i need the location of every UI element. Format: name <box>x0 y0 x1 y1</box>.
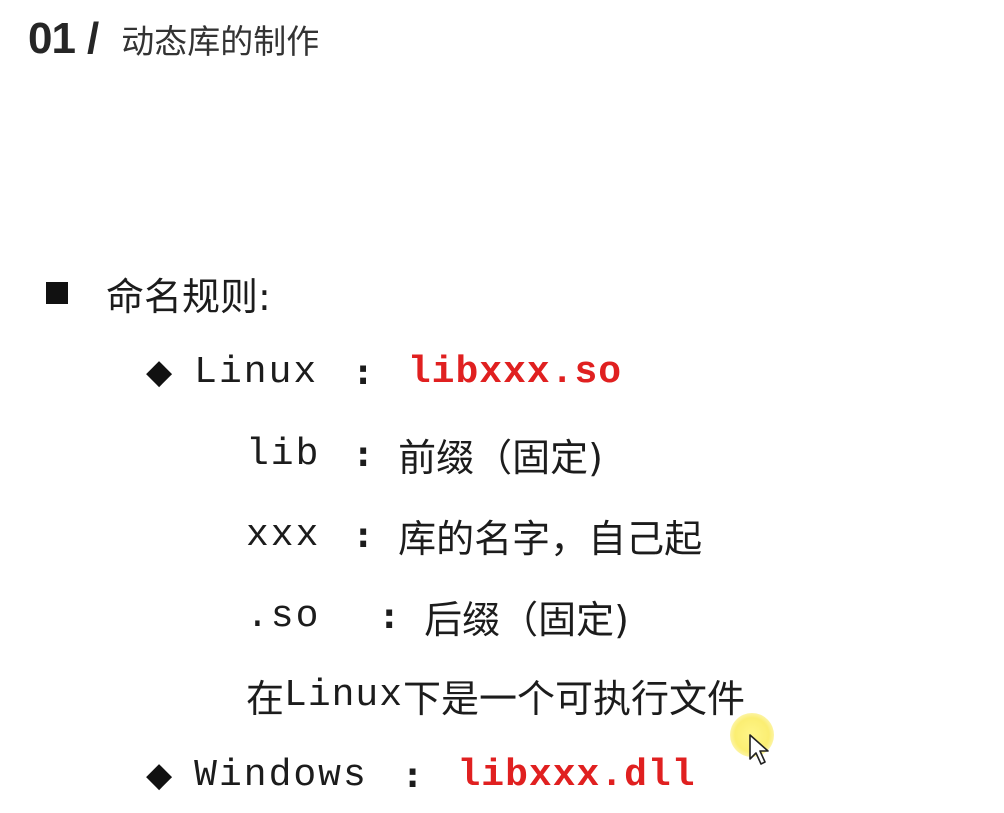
detail-term: .so <box>246 594 321 638</box>
detail-colon: : <box>352 433 375 475</box>
detail-colon: : <box>378 595 401 637</box>
section-heading: 命名规则: <box>106 274 271 319</box>
section-slash: / <box>86 14 100 63</box>
diamond-bullet-icon: ◆ <box>146 352 173 392</box>
mouse-cursor-icon <box>749 734 769 765</box>
detail-desc: 后缀（固定) <box>424 597 629 642</box>
detail-desc: 前缀（固定) <box>398 435 603 480</box>
section-number: 01 <box>28 14 76 63</box>
windows-filename: libxxx.dll <box>457 753 696 797</box>
square-bullet-icon <box>46 282 68 304</box>
detail-row-name: xxx : 库的名字，自己起 <box>246 511 702 561</box>
detail-row-suffix: .so : 后缀（固定) <box>246 592 629 642</box>
linux-item: ◆ Linux : libxxx.so <box>146 348 622 396</box>
windows-label: Windows <box>194 753 368 797</box>
slide-header: 01 / 动态库的制作 <box>28 14 319 64</box>
linux-label: Linux <box>194 350 319 394</box>
detail-colon: : <box>352 514 375 556</box>
note-prefix: 在 <box>246 676 285 721</box>
slide-title: 动态库的制作 <box>121 22 320 61</box>
section-heading-row: 命名规则: <box>46 268 271 319</box>
diamond-bullet-icon: ◆ <box>146 755 173 795</box>
detail-row-prefix: lib : 前缀（固定) <box>246 430 603 480</box>
slide: 01 / 动态库的制作 命名规则: ◆ Linux : libxxx.so li… <box>0 0 1004 813</box>
detail-term: lib <box>246 432 321 476</box>
note-suffix: 下是一个可执行文件 <box>403 676 746 721</box>
detail-desc: 库的名字，自己起 <box>398 516 703 561</box>
windows-item: ◆ Windows : libxxx.dll <box>146 751 696 799</box>
windows-colon: : <box>401 754 424 796</box>
note-linux: Linux <box>284 673 404 717</box>
linux-filename: libxxx.so <box>407 350 623 394</box>
detail-term: xxx <box>246 513 321 557</box>
linux-note: 在 Linux 下是一个可执行文件 <box>246 671 745 721</box>
linux-colon: : <box>352 351 374 393</box>
